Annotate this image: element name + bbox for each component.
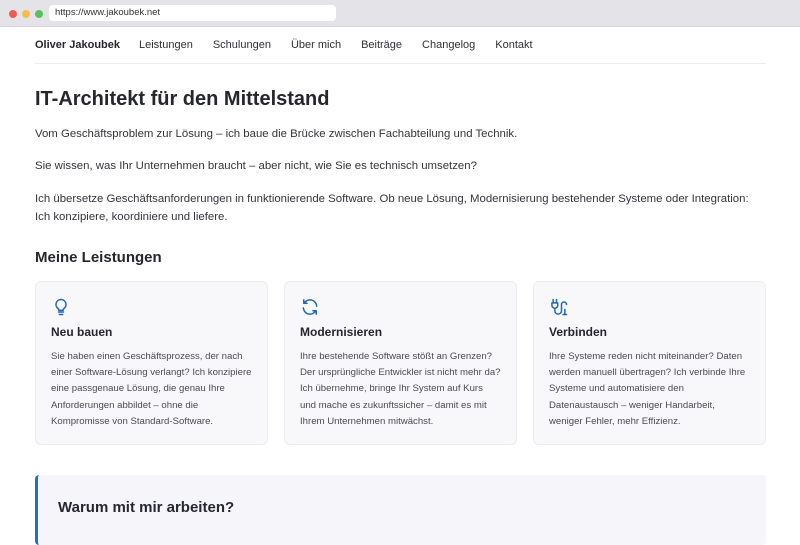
- service-card-verbinden: Verbinden Ihre Systeme reden nicht mitei…: [533, 281, 766, 445]
- nav-item-changelog[interactable]: Changelog: [422, 39, 475, 51]
- main-navigation: Oliver Jakoubek Leistungen Schulungen Üb…: [35, 27, 766, 64]
- browser-chrome: https://www.jakoubek.net: [0, 0, 800, 27]
- nav-item-beitraege[interactable]: Beiträge: [361, 39, 402, 51]
- lightbulb-icon: [55, 298, 67, 316]
- nav-item-kontakt[interactable]: Kontakt: [495, 39, 532, 51]
- page-title: IT-Architekt für den Mittelstand: [35, 88, 330, 110]
- service-card-modernisieren: Modernisieren Ihre bestehende Software s…: [284, 281, 517, 445]
- service-card-title: Modernisieren: [300, 325, 383, 339]
- minimize-window-button[interactable]: [22, 10, 30, 18]
- nav-item-leistungen[interactable]: Leistungen: [139, 39, 193, 51]
- plug-icon: [551, 298, 568, 316]
- service-card-text: Sie haben einen Geschäftsprozess, der na…: [51, 351, 252, 427]
- service-card-title: Neu bauen: [51, 325, 113, 339]
- service-card-text: Ihre Systeme reden nicht miteinander? Da…: [549, 351, 746, 427]
- nav-item-schulungen[interactable]: Schulungen: [213, 39, 271, 51]
- service-card-text: Ihre bestehende Software stößt an Grenze…: [300, 351, 501, 427]
- address-bar[interactable]: https://www.jakoubek.net: [49, 5, 336, 21]
- nav-item-ueber-mich[interactable]: Über mich: [291, 39, 341, 51]
- hero-intro-text: Vom Geschäftsproblem zur Lösung – ich ba…: [35, 128, 518, 140]
- window-controls: [9, 10, 43, 18]
- services-heading: Meine Leistungen: [35, 249, 162, 266]
- site-brand-link[interactable]: Oliver Jakoubek: [35, 39, 120, 51]
- hero-question-text: Sie wissen, was Ihr Unternehmen braucht …: [35, 160, 477, 172]
- why-work-with-me-section: Warum mit mir arbeiten?: [35, 475, 766, 545]
- hero-description-text: Ich übersetze Geschäftsanforderungen in …: [35, 193, 749, 223]
- maximize-window-button[interactable]: [35, 10, 43, 18]
- close-window-button[interactable]: [9, 10, 17, 18]
- service-card-neu-bauen: Neu bauen Sie haben einen Geschäftsproze…: [35, 281, 268, 445]
- refresh-icon: [302, 299, 318, 315]
- why-heading: Warum mit mir arbeiten?: [58, 499, 235, 516]
- service-card-title: Verbinden: [549, 325, 608, 339]
